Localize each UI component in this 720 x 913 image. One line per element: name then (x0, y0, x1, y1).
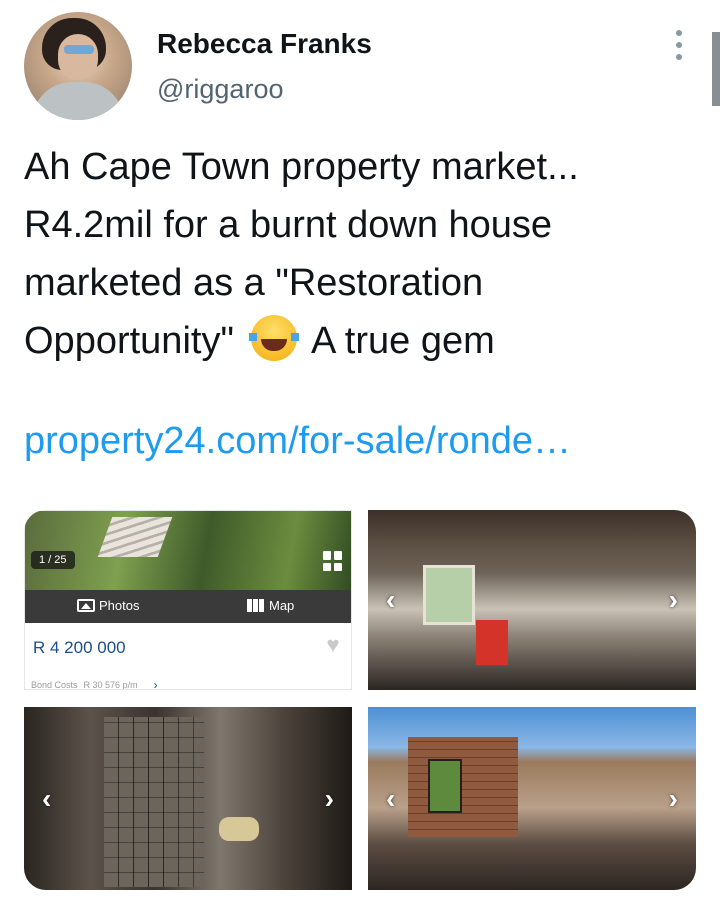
burnt-kitchen-photo (368, 510, 696, 690)
author-handle[interactable]: @riggaroo (157, 74, 283, 105)
chevron-right-icon: › (324, 782, 334, 814)
tweet-text: Ah Cape Town property market... R4.2mil … (24, 138, 704, 370)
media-grid: 1 / 25 Photos Map R 4 200 000 ♥ Bond Cos… (24, 510, 696, 890)
brick-wall (408, 737, 518, 837)
picture-icon (77, 599, 95, 612)
listing-screenshot[interactable]: 1 / 25 Photos Map R 4 200 000 ♥ Bond Cos… (24, 510, 352, 690)
map-label: Map (269, 598, 295, 613)
media-image-bathroom[interactable]: ‹ › (24, 707, 352, 890)
heart-icon: ♥ (326, 632, 340, 657)
map-icon (247, 599, 265, 612)
grid-view-icon (323, 551, 343, 571)
bond-costs-label: Bond Costs (31, 680, 78, 690)
avatar-sunglasses (64, 45, 94, 54)
chevron-left-icon: ‹ (42, 782, 52, 814)
author-name[interactable]: Rebecca Franks (157, 28, 372, 60)
tweet-link[interactable]: property24.com/for-sale/ronde… (24, 420, 571, 463)
basin (219, 817, 259, 841)
listing-toolbar: Photos Map (25, 590, 351, 623)
photos-label: Photos (99, 598, 140, 613)
map-button: Map (247, 598, 294, 613)
bond-costs-value: R 30 576 p/m (83, 680, 138, 690)
tweet-text-main: Ah Cape Town property market... R4.2mil … (24, 146, 579, 362)
chevron-left-icon: ‹ (386, 782, 396, 814)
bathroom-tiles (104, 717, 204, 887)
room-window (428, 759, 462, 813)
kitchen-window (423, 565, 475, 625)
avatar-shirt (32, 82, 124, 120)
bond-costs: Bond Costs R 30 576 p/m › (31, 678, 158, 690)
photo-counter: 1 / 25 (31, 551, 75, 569)
scrollbar[interactable] (712, 32, 720, 106)
media-image-burnt-room[interactable]: ‹ › (368, 707, 696, 890)
chevron-right-icon: › (668, 584, 678, 615)
burnt-room-photo (368, 707, 696, 890)
photos-button: Photos (77, 598, 139, 613)
face-with-tears-of-joy-icon (248, 315, 299, 361)
red-fridge (476, 620, 508, 665)
chevron-right-icon: › (668, 782, 678, 814)
more-options-icon[interactable] (670, 30, 688, 60)
listing-price: R 4 200 000 (33, 638, 126, 657)
tweet-text-end: A true gem (310, 320, 495, 362)
listing-photo: 1 / 25 (25, 511, 351, 590)
burnt-bathroom-photo (24, 707, 352, 890)
chevron-left-icon: ‹ (386, 584, 396, 615)
chevron-right-icon: › (153, 678, 158, 690)
avatar-face (58, 34, 98, 80)
author-avatar[interactable] (24, 12, 132, 120)
garden-stairs (97, 517, 173, 557)
media-image-kitchen[interactable]: ‹ › (368, 510, 696, 690)
